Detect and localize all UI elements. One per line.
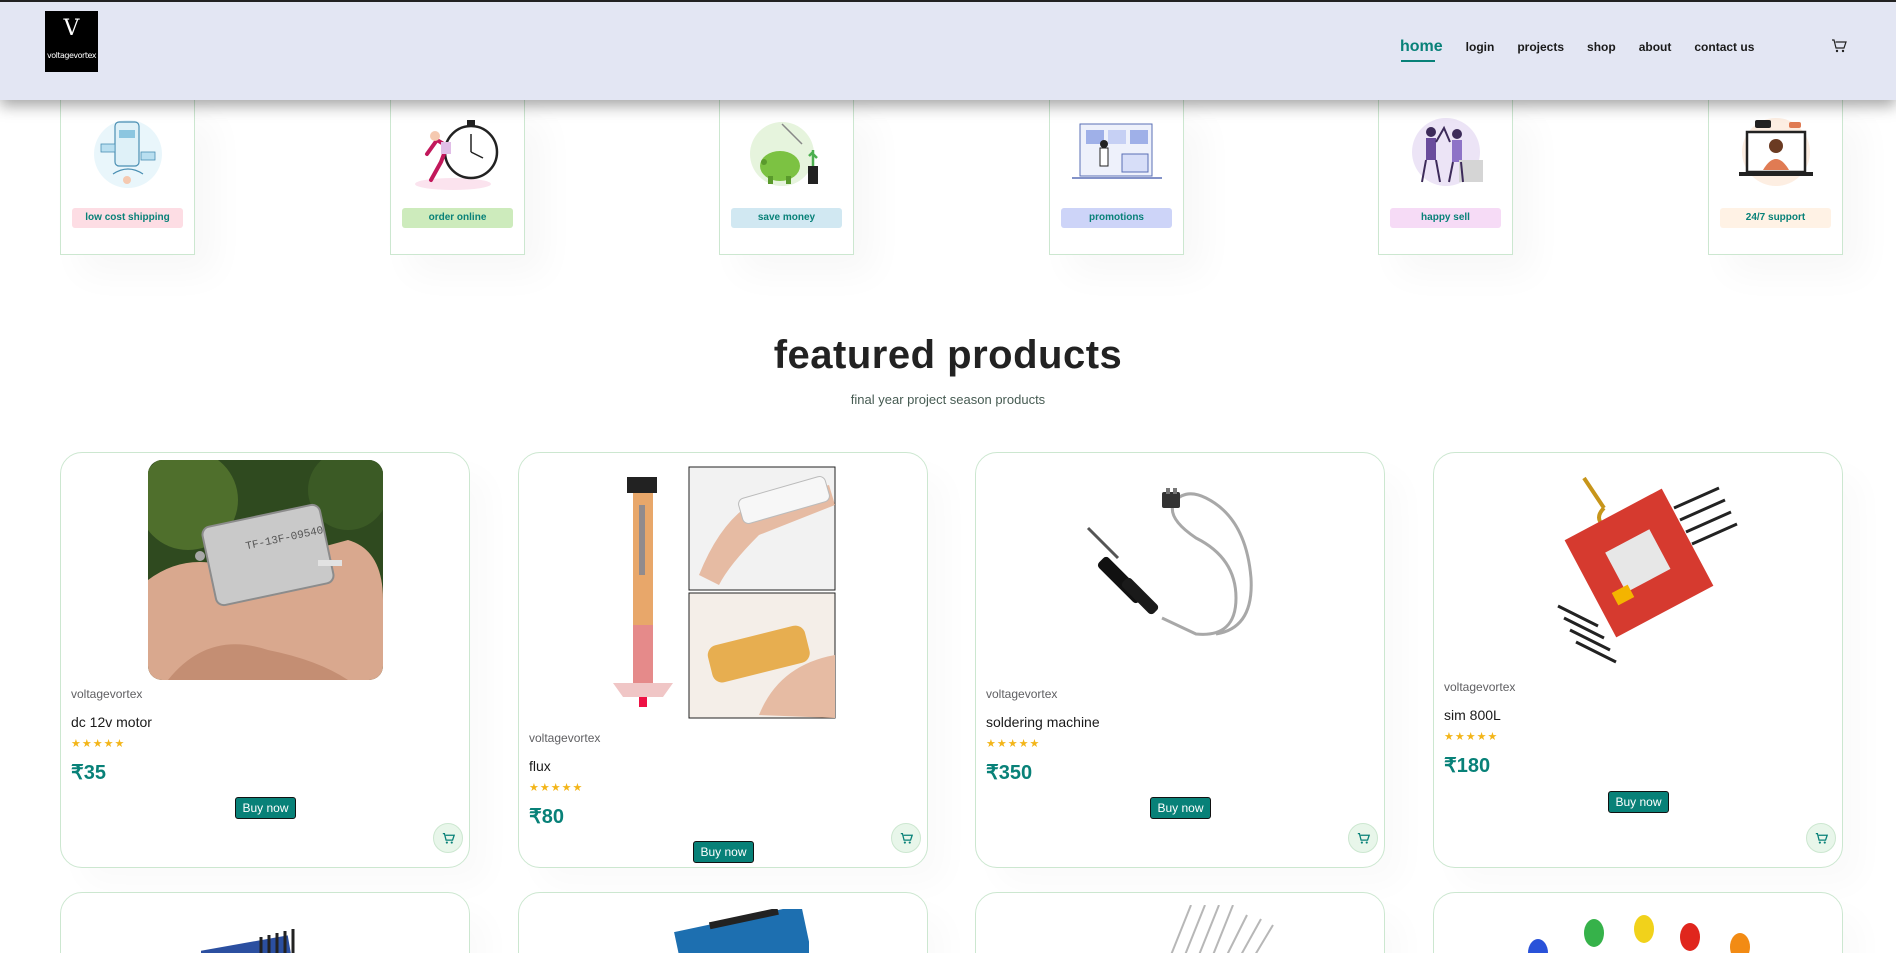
product-brand: voltagevortex <box>529 731 601 745</box>
cart-icon <box>900 832 913 844</box>
feature-order-online: order online <box>390 100 525 255</box>
featured-products-subtitle: final year project season products <box>850 392 1046 407</box>
product-price: ₹80 <box>529 806 564 828</box>
feature-label: 24/7 support <box>1720 208 1831 228</box>
buy-now-button[interactable]: Buy now <box>1150 797 1211 819</box>
product-card[interactable]: voltagevortex soldering machine ★★★★★ ₹3… <box>975 452 1385 868</box>
product-card[interactable] <box>60 892 470 953</box>
product-brand: voltagevortex <box>1444 680 1516 694</box>
add-to-cart-button[interactable] <box>891 823 921 853</box>
cart-icon <box>1815 832 1828 844</box>
product-card[interactable] <box>1433 892 1843 953</box>
product-image-resistors <box>1170 905 1274 953</box>
featured-products-title: featured products <box>773 333 1123 377</box>
shipping-illustration-icon <box>94 120 162 188</box>
product-name: flux <box>529 758 551 774</box>
feature-save-money: save money <box>719 100 854 255</box>
product-card[interactable] <box>975 892 1385 953</box>
logo-wordmark: voltagevortex <box>47 51 96 60</box>
nav-about[interactable]: about <box>1639 40 1672 54</box>
cart-icon <box>1357 832 1370 844</box>
nav-home[interactable]: home <box>1400 38 1443 62</box>
feature-happy-sell: happy sell <box>1378 100 1513 255</box>
buy-now-button[interactable]: Buy now <box>1608 791 1669 813</box>
promotions-illustration-icon <box>1072 123 1162 179</box>
nav-login[interactable]: login <box>1466 40 1495 54</box>
product-name: soldering machine <box>986 714 1100 730</box>
product-price: ₹180 <box>1444 755 1491 777</box>
product-price: ₹35 <box>71 762 106 784</box>
nav-projects[interactable]: projects <box>1517 40 1564 54</box>
happy-sell-illustration-icon <box>1412 118 1483 186</box>
main-nav: home login projects shop about contact u… <box>1400 2 1754 92</box>
buy-now-button[interactable]: Buy now <box>235 797 296 819</box>
product-image-soldering-machine <box>1086 488 1253 636</box>
product-name: dc 12v motor <box>71 714 152 730</box>
star-icon: ★★★★★ <box>1444 730 1499 743</box>
site-logo[interactable]: V voltagevortex <box>45 11 98 72</box>
product-name: sim 800L <box>1444 707 1501 723</box>
nav-contact-us[interactable]: contact us <box>1694 40 1754 54</box>
feature-low-cost-shipping: low cost shipping <box>60 100 195 255</box>
product-image-flux <box>613 466 836 719</box>
cart-icon <box>442 832 455 844</box>
feature-label: save money <box>731 208 842 228</box>
star-icon: ★★★★★ <box>986 737 1041 750</box>
piggy-bank-icon <box>750 122 818 186</box>
product-card[interactable]: voltagevortex flux ★★★★★ ₹80 Buy now <box>518 452 928 868</box>
add-to-cart-button[interactable] <box>1806 823 1836 853</box>
feature-promotions: promotions <box>1049 100 1184 255</box>
buy-now-button[interactable]: Buy now <box>693 841 754 863</box>
product-image-leds <box>1528 915 1750 953</box>
add-to-cart-button[interactable] <box>1348 823 1378 853</box>
star-icon: ★★★★★ <box>529 781 584 794</box>
product-card[interactable]: TF-13F-09540 voltagevortex dc 12v motor … <box>60 452 470 868</box>
product-image-dc-motor: TF-13F-09540 <box>148 460 383 680</box>
product-image-arduino <box>674 909 809 953</box>
product-image-sim800l <box>1557 476 1738 664</box>
nav-shop[interactable]: shop <box>1587 40 1616 54</box>
product-card[interactable]: voltagevortex sim 800L ★★★★★ ₹180 Buy no… <box>1433 452 1843 868</box>
feature-label: order online <box>402 208 513 228</box>
feature-label: low cost shipping <box>72 208 183 228</box>
support-illustration-icon <box>1739 118 1813 186</box>
add-to-cart-button[interactable] <box>433 823 463 853</box>
feature-label: promotions <box>1061 208 1172 228</box>
feature-label: happy sell <box>1390 208 1501 228</box>
product-price: ₹350 <box>986 762 1033 784</box>
product-image-module <box>201 929 295 953</box>
site-header: V voltagevortex home login projects shop… <box>0 0 1896 100</box>
star-icon: ★★★★★ <box>71 737 126 750</box>
stopwatch-illustration-icon <box>415 120 499 190</box>
logo-glyph: V <box>63 16 80 41</box>
product-card[interactable] <box>518 892 928 953</box>
cart-icon[interactable] <box>1831 38 1847 54</box>
product-brand: voltagevortex <box>986 687 1058 701</box>
feature-24-7-support: 24/7 support <box>1708 100 1843 255</box>
product-brand: voltagevortex <box>71 687 143 701</box>
